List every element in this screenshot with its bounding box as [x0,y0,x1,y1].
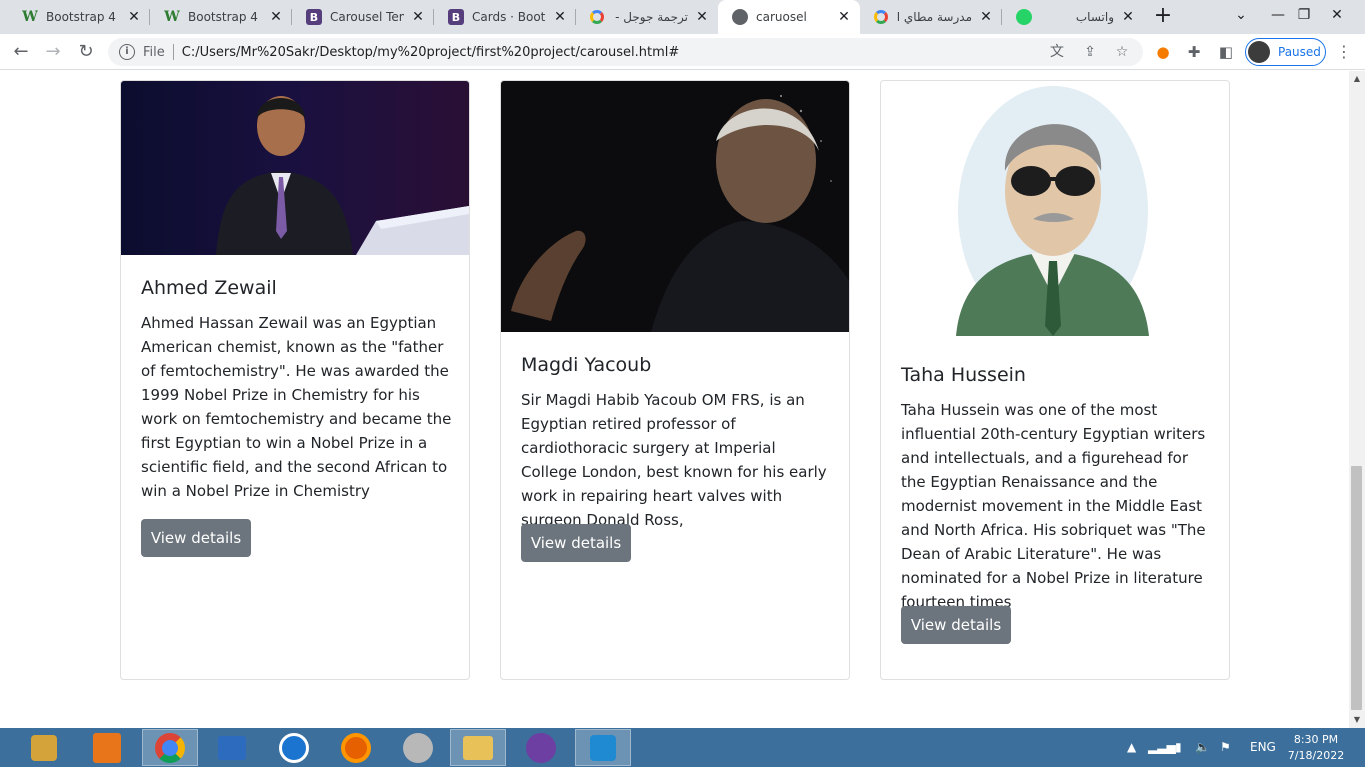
w3schools-icon: W [164,9,180,25]
close-tab-icon[interactable]: ✕ [552,9,568,25]
site-info-icon[interactable]: i [119,44,135,60]
google-icon [874,10,888,24]
scrollbar-thumb[interactable] [1351,466,1362,710]
side-panel-icon[interactable]: ◧ [1216,42,1236,62]
show-hidden-icons[interactable]: ▲ [1127,728,1136,767]
scroll-down-icon[interactable]: ▼ [1349,712,1365,728]
bootstrap-icon: B [306,9,322,25]
page-scrollbar[interactable]: ▲ ▼ [1349,71,1365,728]
card-magdi-yacoub: Magdi Yacoub Sir Magdi Habib Yacoub OM F… [500,80,850,680]
reload-icon[interactable]: ↻ [74,40,98,64]
new-tab-button[interactable]: + [1151,5,1175,29]
vscode-app-icon[interactable] [575,729,631,766]
close-tab-icon[interactable]: ✕ [410,9,426,25]
more-menu-icon[interactable]: ⋮ [1336,42,1352,62]
tab-whatsapp[interactable]: واتساب ✕ [1002,0,1144,34]
card-ahmed-zewail: Ahmed Zewail Ahmed Hassan Zewail was an … [120,80,470,680]
close-tab-icon[interactable]: ✕ [268,9,284,25]
tab-caruosel[interactable]: caruosel ✕ [718,0,860,34]
tab-bootstrap4-cards[interactable]: W Bootstrap 4 Ca ✕ [150,0,292,34]
card-text: Taha Hussein was one of the most influen… [901,401,1206,611]
card-taha-hussein: Taha Hussein Taha Hussein was one of the… [880,80,1230,680]
tab-cards-bootstrap[interactable]: B Cards · Bootstr ✕ [434,0,576,34]
bookmark-star-icon[interactable]: ☆ [1113,43,1131,61]
view-details-button[interactable]: View details [901,606,1011,644]
card-text: Ahmed Hassan Zewail was an Egyptian Amer… [141,314,452,500]
speaker-app-icon[interactable] [390,729,446,766]
back-icon[interactable]: ← [9,40,33,64]
volume-icon[interactable]: 🔈 [1195,728,1210,767]
close-tab-icon[interactable]: ✕ [836,9,852,25]
scroll-up-icon[interactable]: ▲ [1349,71,1365,87]
tools-app-icon[interactable] [16,729,72,766]
tab-bootstrap4-ar[interactable]: W Bootstrap 4 ت ✕ [8,0,150,34]
url-text[interactable]: C:/Users/Mr%20Sakr/Desktop/my%20project/… [182,45,679,60]
whatsapp-icon [1016,9,1032,25]
close-tab-icon[interactable]: ✕ [978,9,994,25]
browser-toolbar: ← → ↻ i File C:/Users/Mr%20Sakr/Desktop/… [0,34,1365,70]
windows-taskbar: ▲ ▂▃▅ ▮ 🔈 ⚑ ENG 8:30 PM 7/18/2022 [0,728,1365,767]
taha-hussein-portrait [881,81,1229,342]
card-title: Ahmed Zewail [141,277,277,299]
battery-icon[interactable]: ▮ [1175,728,1182,767]
extensions-puzzle-icon[interactable]: ✚ [1184,42,1204,62]
bootstrap-icon: B [448,9,464,25]
github-app-icon[interactable] [513,729,569,766]
share-icon[interactable]: ⇪ [1081,43,1099,61]
extension-icon[interactable]: ● [1153,42,1173,62]
close-window-icon[interactable]: ✕ [1322,0,1352,34]
language-indicator[interactable]: ENG [1250,728,1276,767]
card-title: Magdi Yacoub [521,354,652,376]
address-bar[interactable]: i File C:/Users/Mr%20Sakr/Desktop/my%20p… [108,38,1143,66]
avatar [1248,41,1270,63]
close-tab-icon[interactable]: ✕ [126,9,142,25]
chrome-app-icon[interactable] [142,729,198,766]
page-viewport: Ahmed Zewail Ahmed Hassan Zewail was an … [0,71,1349,728]
file-explorer-app-icon[interactable] [450,729,506,766]
w3schools-icon: W [22,9,38,25]
tab-strip: W Bootstrap 4 ت ✕ W Bootstrap 4 Ca ✕ B C… [0,0,1365,34]
card-title: Taha Hussein [901,364,1026,386]
tab-search-icon[interactable]: ⌄ [1226,0,1256,34]
tab-carousel-template[interactable]: B Carousel Temp ✕ [292,0,434,34]
globe-icon [732,9,748,25]
action-center-flag-icon[interactable]: ⚑ [1220,728,1231,767]
tab-school[interactable]: مدرسة مطاي ال ✕ [860,0,1002,34]
restore-icon[interactable]: ❐ [1289,0,1319,34]
forward-icon[interactable]: → [41,40,65,64]
close-tab-icon[interactable]: ✕ [694,9,710,25]
network-icon[interactable]: ▂▃▅ [1148,728,1176,767]
computer-app-icon[interactable] [204,729,260,766]
firefox-app-icon[interactable] [328,729,384,766]
card-text: Sir Magdi Habib Yacoub OM FRS, is an Egy… [521,391,827,529]
magdi-yacoub-photo [501,81,849,332]
view-details-button[interactable]: View details [521,524,631,562]
pdf-app-icon[interactable] [79,729,135,766]
profile-button[interactable]: Paused [1245,38,1326,66]
teamviewer-app-icon[interactable] [266,729,322,766]
translate-icon[interactable]: 文 [1048,43,1066,61]
view-details-button[interactable]: View details [141,519,251,557]
tab-google-translate[interactable]: ترجمة جوجل - ‏ ✕ [576,0,718,34]
google-icon [590,10,604,24]
system-clock[interactable]: 8:30 PM 7/18/2022 [1282,732,1350,764]
close-tab-icon[interactable]: ✕ [1120,9,1136,25]
ahmed-zewail-photo [121,81,469,255]
